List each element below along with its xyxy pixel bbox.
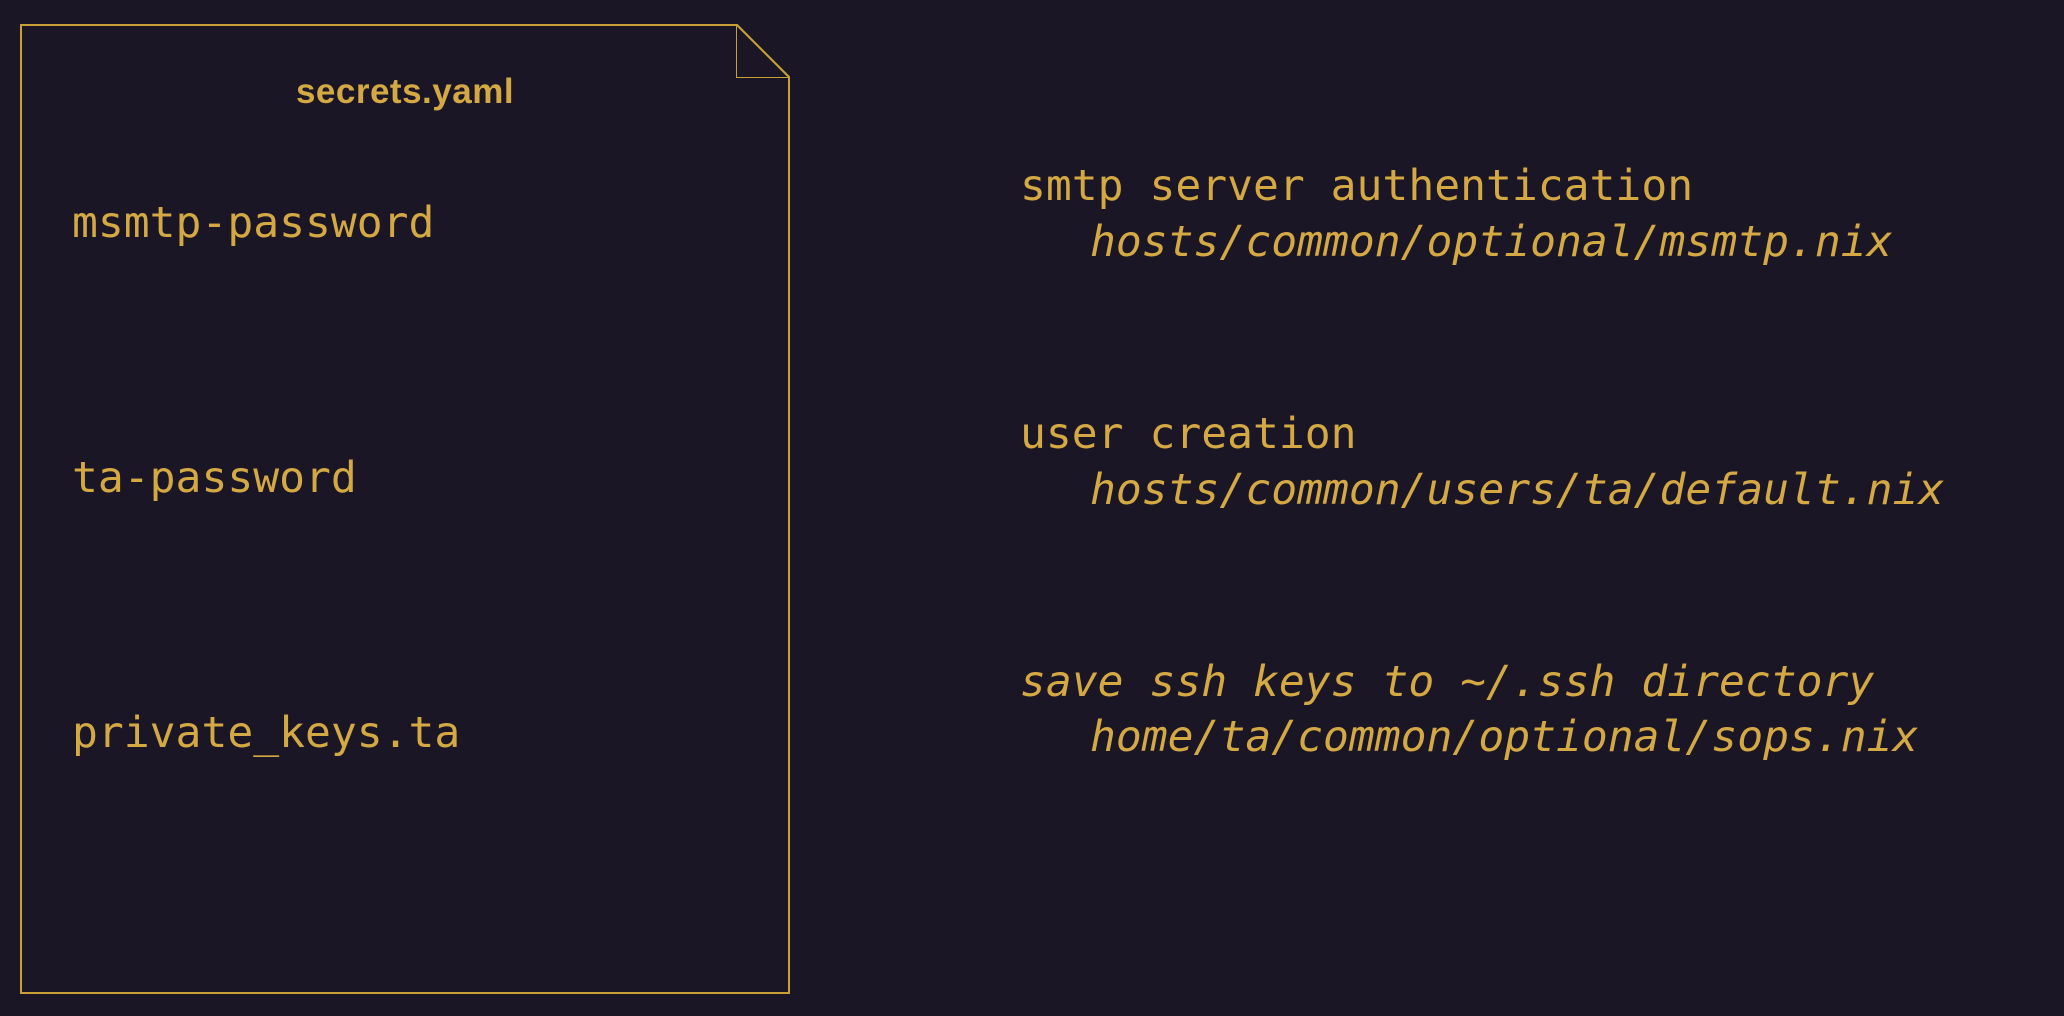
document-title: secrets.yaml <box>72 72 738 112</box>
secret-entry: msmtp-password <box>72 202 738 245</box>
description-title: smtp server authentication <box>1020 159 1944 215</box>
secret-entry: ta-password <box>72 457 738 500</box>
diagram-container: secrets.yaml msmtp-password ta-password … <box>0 0 2064 1016</box>
description-path: hosts/common/optional/msmtp.nix <box>1020 215 1944 271</box>
description-title: user creation <box>1020 407 1944 463</box>
description-block: smtp server authentication hosts/common/… <box>1020 159 1944 271</box>
dog-ear-icon <box>736 24 790 78</box>
description-title: save ssh keys to ~/.ssh directory <box>1020 655 1944 711</box>
descriptions-column: smtp server authentication hosts/common/… <box>790 24 1944 902</box>
secret-entry: private_keys.ta <box>72 712 738 755</box>
description-path: home/ta/common/optional/sops.nix <box>1020 710 1944 766</box>
description-block: save ssh keys to ~/.ssh directory home/t… <box>1020 655 1944 767</box>
description-block: user creation hosts/common/users/ta/defa… <box>1020 407 1944 519</box>
secrets-file-document: secrets.yaml msmtp-password ta-password … <box>20 24 790 994</box>
description-path: hosts/common/users/ta/default.nix <box>1020 463 1944 519</box>
